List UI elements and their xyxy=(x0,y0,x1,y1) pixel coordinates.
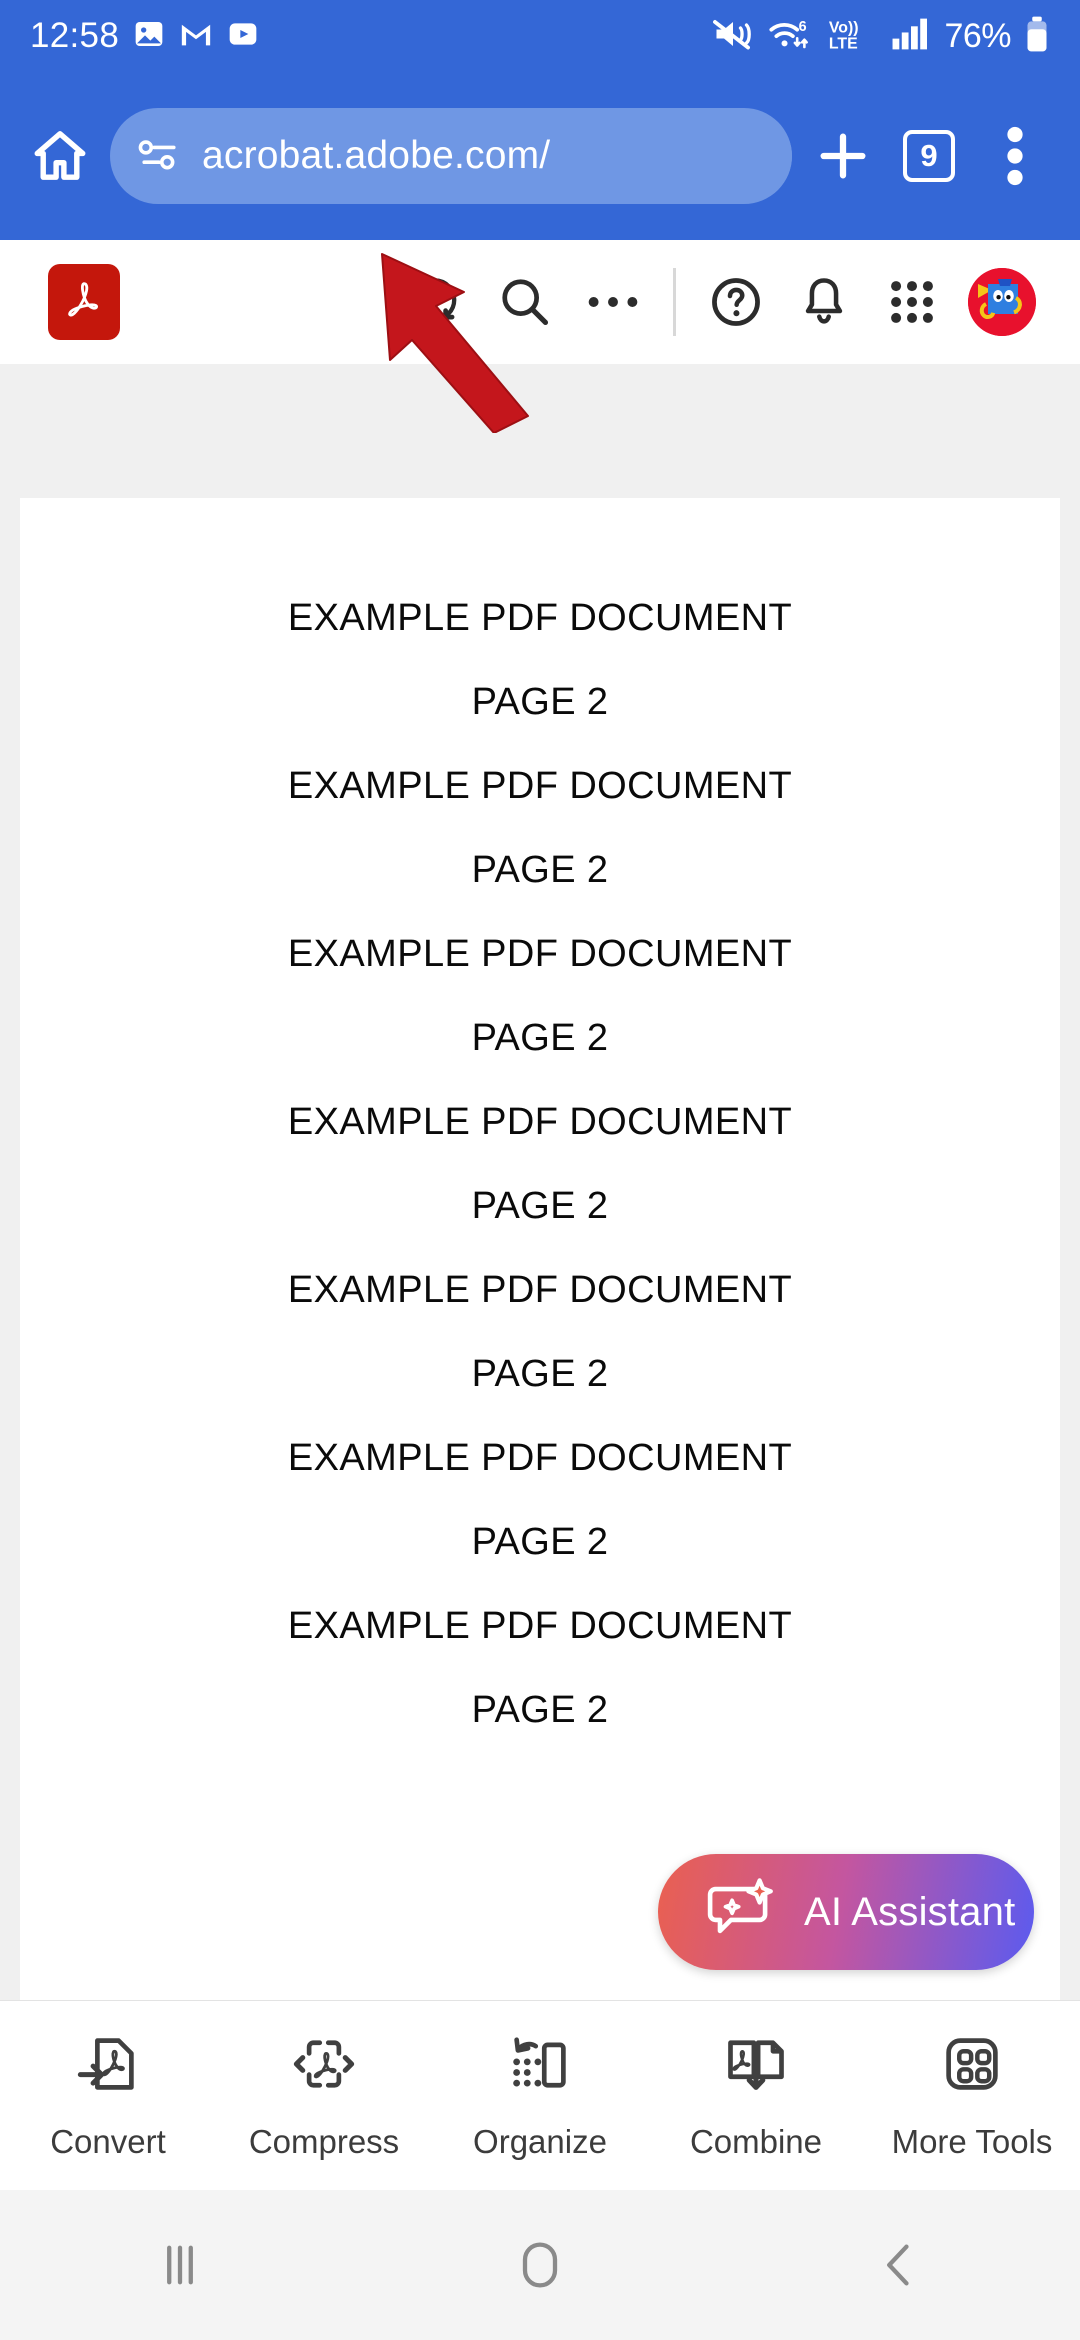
svg-text:LTE: LTE xyxy=(829,35,858,52)
tool-more-tools[interactable]: More Tools xyxy=(872,2030,1072,2161)
url-fade-overlay xyxy=(752,108,792,204)
url-bar[interactable]: acrobat.adobe.com/ xyxy=(110,108,792,204)
pdf-line: EXAMPLE PDF DOCUMENT xyxy=(287,1269,793,1311)
help-icon xyxy=(712,277,760,326)
ai-assistant-label: AI Assistant xyxy=(804,1889,1016,1934)
pdf-line: EXAMPLE PDF DOCUMENT xyxy=(287,1437,793,1479)
signal-bars-icon xyxy=(891,17,931,56)
browser-home-button[interactable] xyxy=(22,118,98,194)
pdf-line: PAGE 2 xyxy=(471,1185,609,1227)
volte-icon: Vo)) LTE xyxy=(826,16,878,57)
wifi6-icon: 6 xyxy=(767,16,813,57)
user-avatar[interactable] xyxy=(968,267,1036,336)
more-options-icon xyxy=(588,296,638,307)
help-button[interactable] xyxy=(692,258,780,346)
adobe-acrobat-logo[interactable] xyxy=(48,263,120,340)
app-grid-button[interactable] xyxy=(868,258,956,346)
header-divider xyxy=(673,267,676,336)
app-grid-icon xyxy=(891,280,933,323)
home-icon xyxy=(34,131,86,180)
search-icon xyxy=(502,278,549,325)
home-circle-icon xyxy=(522,2242,558,2288)
tool-label: Compress xyxy=(248,2123,400,2160)
tool-label: Convert xyxy=(50,2123,166,2160)
tab-count-badge[interactable]: 9 xyxy=(903,130,955,182)
more-options-button[interactable] xyxy=(569,258,657,346)
pdf-line: EXAMPLE PDF DOCUMENT xyxy=(287,1101,793,1143)
notifications-bell-icon xyxy=(805,277,843,324)
svg-text:6: 6 xyxy=(799,19,807,35)
notifications-button[interactable] xyxy=(780,258,868,346)
pdf-line: PAGE 2 xyxy=(471,1521,609,1563)
ai-sparkle-chat-icon xyxy=(706,1877,778,1948)
back-chevron-icon xyxy=(887,2244,909,2286)
browser-toolbar: acrobat.adobe.com/ 9 xyxy=(0,72,1080,240)
recent-apps-button[interactable] xyxy=(105,2210,255,2320)
android-status-bar: 12:58 6 Vo)) LTE 76% xyxy=(0,0,1080,72)
new-tab-button[interactable] xyxy=(800,113,886,199)
status-bar-right: 6 Vo)) LTE 76% xyxy=(712,15,1050,58)
pdf-line: PAGE 2 xyxy=(471,849,609,891)
site-settings-icon[interactable] xyxy=(136,134,182,179)
pdf-line: PAGE 2 xyxy=(471,1017,609,1059)
gmail-icon xyxy=(179,19,213,54)
tool-combine[interactable]: Combine xyxy=(656,2030,856,2161)
home-button[interactable] xyxy=(465,2210,615,2320)
status-bar-left: 12:58 xyxy=(30,16,259,56)
svg-text:Vo)): Vo)) xyxy=(829,19,859,36)
battery-icon xyxy=(1024,15,1050,58)
more-tools-grid-icon xyxy=(938,2030,1006,2103)
share-add-person-icon xyxy=(413,277,457,326)
tool-compress[interactable]: Compress xyxy=(224,2030,424,2161)
pdf-line: EXAMPLE PDF DOCUMENT xyxy=(287,933,793,975)
back-button[interactable] xyxy=(825,2210,975,2320)
status-clock: 12:58 xyxy=(30,16,120,55)
tool-label: Organize xyxy=(473,2123,607,2160)
pdf-line: PAGE 2 xyxy=(471,1353,609,1395)
organize-pages-icon xyxy=(506,2030,574,2103)
url-text[interactable]: acrobat.adobe.com/ xyxy=(202,134,550,178)
youtube-icon xyxy=(227,19,259,54)
battery-percent: 76% xyxy=(944,16,1011,55)
plus-icon xyxy=(820,133,866,179)
pdf-line: EXAMPLE PDF DOCUMENT xyxy=(287,1605,793,1647)
search-button[interactable] xyxy=(481,258,569,346)
pdf-line: EXAMPLE PDF DOCUMENT xyxy=(287,597,793,639)
tool-convert[interactable]: Convert xyxy=(8,2030,208,2161)
combine-files-icon xyxy=(722,2030,790,2103)
ai-assistant-button[interactable]: AI Assistant xyxy=(658,1854,1034,1970)
tool-organize[interactable]: Organize xyxy=(440,2030,640,2161)
compress-pdf-icon xyxy=(290,2030,358,2103)
pdf-line: PAGE 2 xyxy=(471,1689,609,1731)
photos-icon xyxy=(133,18,165,55)
share-button[interactable] xyxy=(393,258,481,346)
tab-switcher-button[interactable]: 9 xyxy=(886,113,972,199)
browser-menu-button[interactable] xyxy=(972,113,1058,199)
overflow-menu-icon xyxy=(1007,126,1023,186)
android-nav-bar xyxy=(0,2190,1080,2340)
mute-vibrate-icon xyxy=(712,16,754,57)
convert-pdf-icon xyxy=(74,2030,142,2103)
pdf-tools-bar: Convert Compress Organize Combine More T… xyxy=(0,2000,1080,2190)
pdf-viewer-area[interactable]: EXAMPLE PDF DOCUMENT PAGE 2 EXAMPLE PDF … xyxy=(0,364,1080,2268)
pdf-line: PAGE 2 xyxy=(471,681,609,723)
tool-label: More Tools xyxy=(891,2123,1053,2160)
tool-label: Combine xyxy=(689,2123,823,2160)
pdf-text-content: EXAMPLE PDF DOCUMENT PAGE 2 EXAMPLE PDF … xyxy=(20,498,1060,1752)
recent-apps-icon xyxy=(167,2245,193,2285)
pdf-line: EXAMPLE PDF DOCUMENT xyxy=(287,765,793,807)
acrobat-app-header xyxy=(0,240,1080,364)
avatar-image xyxy=(968,267,1036,336)
